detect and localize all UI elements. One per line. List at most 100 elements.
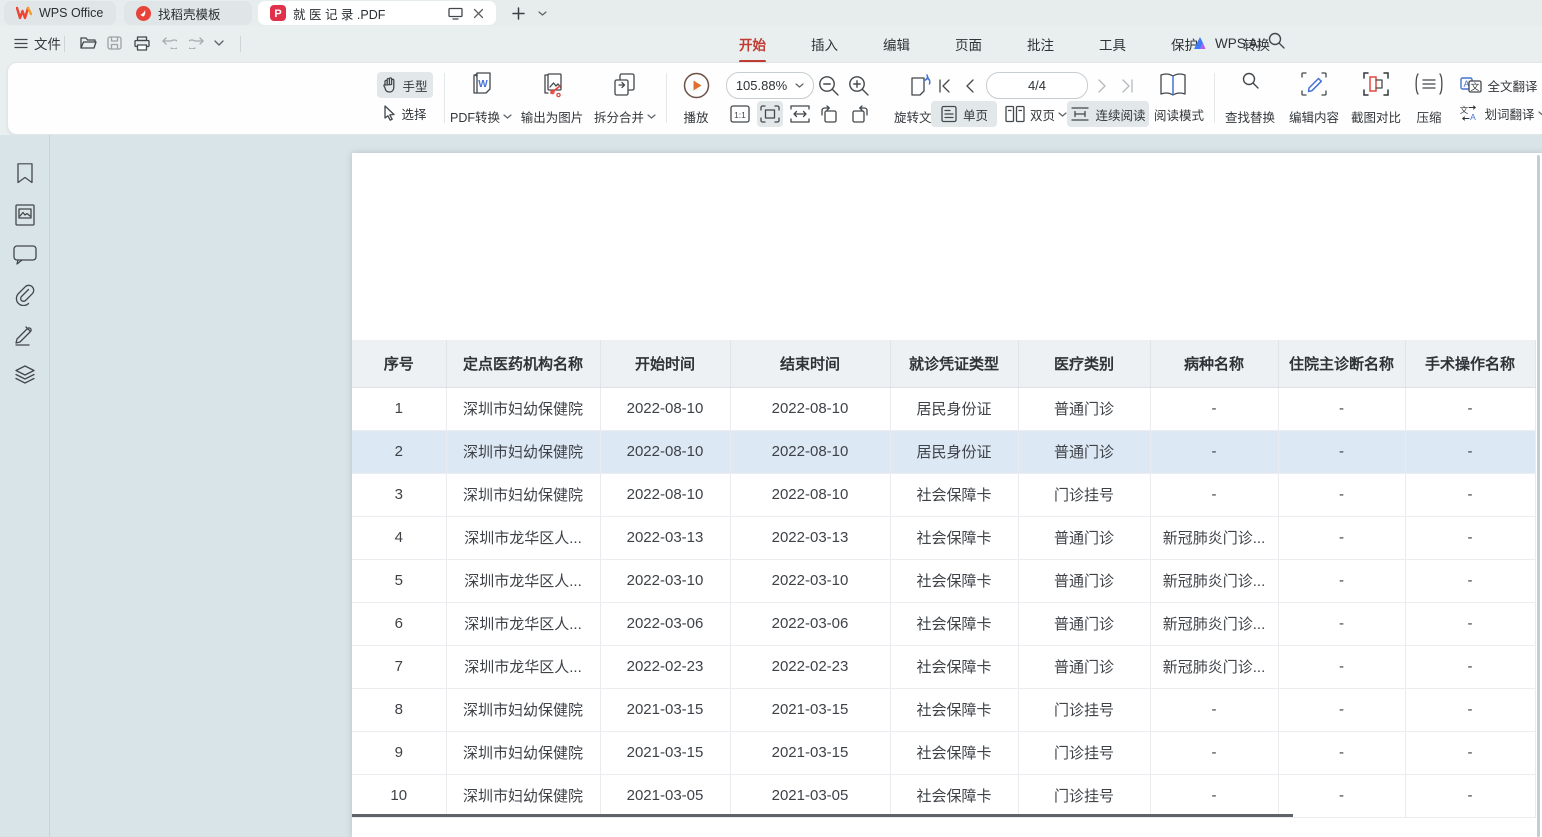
column-header: 就诊凭证类型 (890, 340, 1018, 387)
select-tool-button[interactable]: 选择 (377, 100, 433, 126)
sidebar-annotate-pen-button[interactable] (13, 323, 37, 347)
undo-icon (162, 37, 177, 49)
edit-content-button[interactable]: 编辑内容 (1283, 70, 1345, 128)
table-cell: 门诊挂号 (1018, 688, 1150, 731)
sidebar-layers-button[interactable] (13, 363, 37, 387)
pdf-convert-button[interactable]: WPDF转换 (448, 70, 514, 128)
table-cell: - (1150, 731, 1278, 774)
nav-first-page-button[interactable] (933, 73, 957, 99)
sidebar-attachment-button[interactable] (13, 283, 37, 307)
screenshot-compare-button[interactable]: 截图对比 (1345, 70, 1407, 128)
table-horizontal-scrollbar[interactable] (352, 814, 1293, 817)
compress-button[interactable]: 压缩 (1407, 70, 1451, 128)
svg-text:文: 文 (1471, 81, 1480, 92)
table-cell: 深圳市妇幼保健院 (446, 731, 600, 774)
new-tab-button[interactable] (506, 0, 530, 26)
table-row[interactable]: 4深圳市龙华区人...2022-03-132022-03-13社会保障卡普通门诊… (352, 516, 1535, 559)
hand-tool-button[interactable]: 手型 (377, 72, 433, 98)
save-button[interactable] (101, 30, 128, 56)
tab-list-button[interactable] (530, 0, 554, 26)
svg-text:1:1: 1:1 (734, 110, 746, 120)
table-row[interactable]: 1深圳市妇幼保健院2022-08-102022-08-10居民身份证普通门诊--… (352, 387, 1535, 430)
zoom-level-combobox[interactable]: 105.88% (726, 72, 814, 99)
table-cell: - (1150, 473, 1278, 516)
rotate-doc-icon (904, 72, 934, 100)
ratio-1-1-button[interactable]: 1:1 (727, 101, 753, 127)
menu-tab-编辑[interactable]: 编辑 (875, 29, 918, 59)
print-button[interactable] (128, 30, 156, 56)
table-row[interactable]: 6深圳市龙华区人...2022-03-062022-03-06社会保障卡普通门诊… (352, 602, 1535, 645)
tab-1[interactable]: 找稻壳模板 (124, 1, 252, 25)
vertical-scrollbar[interactable] (1537, 155, 1540, 837)
sidebar-comment-button[interactable] (13, 243, 37, 267)
read-mode-icon-button[interactable] (1156, 70, 1190, 100)
double-page-button[interactable]: 双页 (1001, 101, 1071, 127)
table-cell: 社会保障卡 (890, 688, 1018, 731)
sidebar-thumbnail-button[interactable] (13, 203, 37, 227)
read-mode-button[interactable]: 阅读模式 (1149, 101, 1209, 127)
find-replace-button[interactable]: 查找替换 (1219, 70, 1281, 128)
search-icon[interactable] (1268, 32, 1285, 49)
full-text-translate-button[interactable]: A文全文翻译 (1453, 73, 1542, 97)
screenshot-compare-icon (1363, 72, 1389, 96)
rotate-left-button[interactable] (816, 101, 842, 127)
table-row[interactable]: 8深圳市妇幼保健院2021-03-152021-03-15社会保障卡门诊挂号--… (352, 688, 1535, 731)
undo-button[interactable] (156, 30, 183, 56)
table-row[interactable]: 5深圳市龙华区人...2022-03-102022-03-10社会保障卡普通门诊… (352, 559, 1535, 602)
rotate-right-button[interactable] (846, 101, 872, 127)
table-cell: 7 (352, 645, 446, 688)
menu-tab-工具[interactable]: 工具 (1091, 29, 1134, 59)
quickbar-expand-button[interactable] (208, 30, 230, 56)
monitor-icon[interactable] (448, 7, 463, 20)
table-cell: 2021-03-05 (730, 774, 890, 817)
table-row[interactable]: 10深圳市妇幼保健院2021-03-052021-03-05社会保障卡门诊挂号-… (352, 774, 1535, 817)
chevron-down-icon (1538, 111, 1542, 116)
table-cell: 6 (352, 602, 446, 645)
export-image-button[interactable]: 输出为图片 (516, 70, 588, 128)
play-button[interactable]: 播放 (675, 70, 717, 128)
continuous-read-button[interactable]: 连续阅读 (1067, 101, 1149, 127)
menu-tab-页面[interactable]: 页面 (947, 29, 990, 59)
fit-page-button[interactable] (757, 101, 783, 127)
table-cell: 深圳市妇幼保健院 (446, 473, 600, 516)
single-page-button[interactable]: 单页 (931, 101, 997, 127)
table-cell: 1 (352, 387, 446, 430)
menu-tab-插入[interactable]: 插入 (803, 29, 846, 59)
fit-width-button[interactable] (787, 101, 813, 127)
wps-ai-button[interactable]: WPS AI (1193, 30, 1262, 56)
menu-tab-开始[interactable]: 开始 (731, 29, 774, 59)
sidebar-bookmark-button[interactable] (13, 163, 37, 187)
nav-last-page-button[interactable] (1115, 73, 1139, 99)
table-cell: - (1150, 688, 1278, 731)
redo-button[interactable] (183, 30, 210, 56)
file-menu-button[interactable]: 文件 (8, 30, 67, 56)
svg-text:A: A (1471, 112, 1477, 121)
table-cell: - (1405, 430, 1535, 473)
word-translate-button[interactable]: 文A划词翻译 (1453, 101, 1542, 125)
zoom-out-button[interactable] (816, 73, 842, 99)
nav-prev-page-button[interactable] (959, 73, 981, 99)
word-translate-icon: 文A (1459, 105, 1479, 121)
chevron-down-icon (538, 11, 547, 16)
close-icon[interactable] (473, 8, 484, 19)
zoom-in-button[interactable] (846, 73, 872, 99)
table-cell: 2022-02-23 (730, 645, 890, 688)
table-row[interactable]: 9深圳市妇幼保健院2021-03-152021-03-15社会保障卡门诊挂号--… (352, 731, 1535, 774)
table-cell: - (1278, 430, 1405, 473)
tab-active-document[interactable]: P就 医 记 录 .PDF (258, 1, 496, 25)
page-indicator-input[interactable]: 4/4 (986, 72, 1088, 99)
wps-logo-icon (16, 6, 32, 20)
table-row[interactable]: 2深圳市妇幼保健院2022-08-102022-08-10居民身份证普通门诊--… (352, 430, 1535, 473)
split-merge-button[interactable]: 拆分合并 (589, 70, 661, 128)
open-file-button[interactable] (74, 30, 103, 56)
table-cell: 普通门诊 (1018, 387, 1150, 430)
table-row[interactable]: 3深圳市妇幼保健院2022-08-102022-08-10社会保障卡门诊挂号--… (352, 473, 1535, 516)
nav-next-page-button[interactable] (1091, 73, 1113, 99)
menu-tab-批注[interactable]: 批注 (1019, 29, 1062, 59)
table-cell: 深圳市龙华区人... (446, 516, 600, 559)
attachment-icon (14, 284, 36, 306)
table-cell: - (1278, 731, 1405, 774)
table-row[interactable]: 7深圳市龙华区人...2022-02-232022-02-23社会保障卡普通门诊… (352, 645, 1535, 688)
tab-0[interactable]: WPS Office (4, 1, 116, 25)
file-menu-label: 文件 (34, 33, 61, 53)
